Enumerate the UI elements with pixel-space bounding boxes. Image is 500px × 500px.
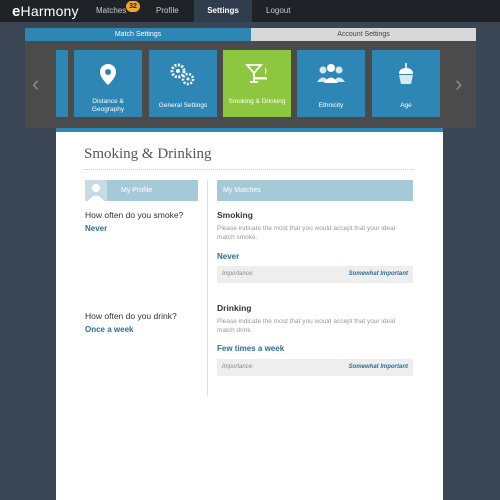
card-smoking-drinking[interactable]: Smoking & Drinking (223, 50, 291, 117)
eharmony-logo[interactable]: eHarmony (12, 3, 79, 20)
drink-question: How often do you drink? (85, 311, 177, 321)
my-profile-label: My Profile (121, 187, 153, 194)
smoke-question: How often do you smoke? (85, 210, 184, 220)
card-age[interactable]: Age (372, 50, 440, 117)
card-ethnicity[interactable]: Ethnicity (297, 50, 365, 117)
card-general-settings[interactable]: General Settings (149, 50, 217, 117)
carousel-next-arrow[interactable]: › (455, 73, 462, 95)
card-label: Smoking & Drinking (228, 98, 286, 105)
card-label: General Settings (158, 102, 208, 109)
smoking-heading: Smoking (217, 210, 253, 220)
importance-value: Somewhat Important (348, 271, 408, 277)
people-icon (317, 64, 345, 83)
card-distance-geography[interactable]: Distance & Geography (74, 50, 142, 117)
carousel-prev-arrow[interactable]: ‹ (32, 73, 39, 95)
tab-match-settings[interactable]: Match Settings (25, 28, 251, 41)
drinking-importance-row[interactable]: Importance: Somewhat Important (217, 359, 413, 376)
nav-matches-label: Matches (96, 6, 127, 15)
smoking-importance-row[interactable]: Importance: Somewhat Important (217, 266, 413, 283)
drinking-match-link[interactable]: Few times a week (217, 344, 284, 353)
cupcake-icon (399, 63, 413, 84)
tab-account-settings[interactable]: Account Settings (251, 28, 476, 41)
column-divider (207, 180, 208, 395)
my-profile-header: My Profile (85, 180, 198, 201)
gears-icon (170, 63, 195, 86)
card-label: Ethnicity (318, 102, 344, 109)
content-panel: Smoking & Drinking My Profile My Matches… (56, 132, 443, 500)
importance-label: Importance: (222, 271, 254, 277)
card-label: Distance & Geography (91, 98, 125, 113)
nav-logout[interactable]: Logout (266, 0, 296, 22)
drinking-description: Please indicate the most that you would … (217, 318, 396, 334)
top-nav: eHarmony Matches 32 Profile Settings Log… (0, 0, 500, 22)
cocktail-cigarette-icon (245, 64, 267, 83)
card-label: Age (400, 102, 412, 109)
my-matches-header: My Matches (217, 180, 413, 201)
matches-count-badge: 32 (126, 1, 140, 12)
importance-label: Importance: (222, 364, 254, 370)
smoke-answer-link[interactable]: Never (85, 224, 107, 233)
map-pin-icon (100, 64, 116, 85)
page-title: Smoking & Drinking (84, 146, 414, 170)
profile-avatar-icon (85, 180, 107, 201)
drinking-heading: Drinking (217, 303, 252, 313)
drink-answer-link[interactable]: Once a week (85, 325, 133, 334)
importance-value: Somewhat Important (348, 364, 408, 370)
smoking-match-link[interactable]: Never (217, 252, 239, 261)
nav-settings[interactable]: Settings (194, 0, 252, 22)
nav-profile[interactable]: Profile (156, 0, 186, 22)
smoking-description: Please indicate the most that you would … (217, 225, 396, 241)
partial-card[interactable] (56, 50, 68, 117)
